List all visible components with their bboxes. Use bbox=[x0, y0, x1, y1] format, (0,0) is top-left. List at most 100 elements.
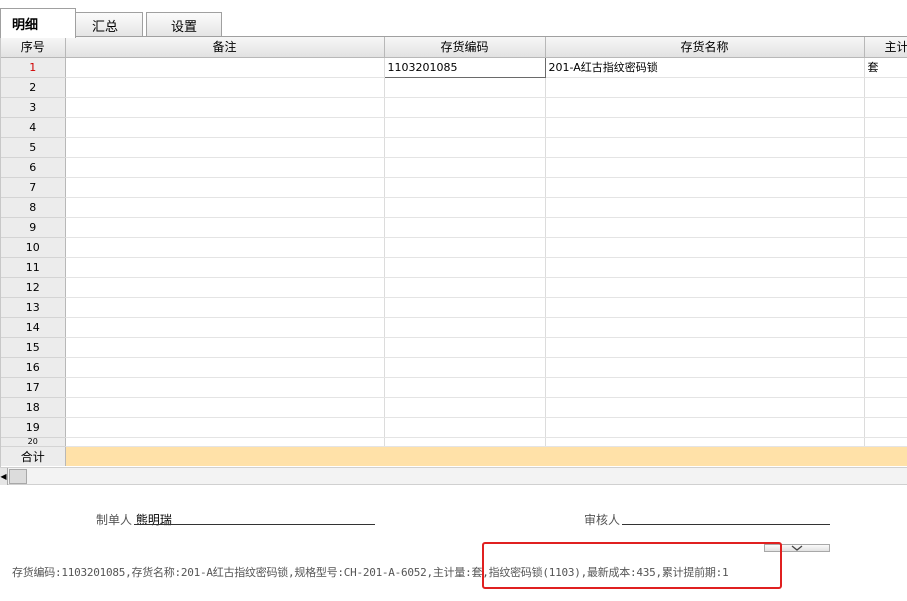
tab-summary[interactable]: 汇总 bbox=[67, 12, 143, 37]
cell-item-code[interactable] bbox=[384, 397, 546, 418]
column-header-index[interactable]: 序号 bbox=[1, 37, 66, 58]
table-row[interactable]: 13 bbox=[1, 297, 907, 318]
table-row[interactable]: 14 bbox=[1, 317, 907, 338]
cell-item-code[interactable] bbox=[384, 377, 546, 398]
table-row[interactable]: 1 1103201085 201-A红古指纹密码锁套 bbox=[1, 56, 907, 78]
cell-item-name[interactable] bbox=[545, 357, 865, 378]
table-row[interactable]: 15 bbox=[1, 337, 907, 358]
cell-main-unit[interactable] bbox=[864, 317, 907, 338]
cell-item-name[interactable] bbox=[545, 197, 865, 218]
cell-remark[interactable] bbox=[65, 437, 385, 447]
cell-remark[interactable] bbox=[65, 297, 385, 318]
cell-remark[interactable] bbox=[65, 237, 385, 258]
cell-main-unit[interactable] bbox=[864, 197, 907, 218]
cell-remark[interactable] bbox=[65, 117, 385, 138]
cell-item-name[interactable]: 201-A红古指纹密码锁 bbox=[545, 57, 865, 78]
table-row[interactable]: 7 bbox=[1, 177, 907, 198]
table-row[interactable]: 3 bbox=[1, 97, 907, 118]
table-row[interactable]: 12 bbox=[1, 277, 907, 298]
cell-remark[interactable] bbox=[65, 137, 385, 158]
cell-item-code[interactable] bbox=[384, 277, 546, 298]
cell-remark[interactable] bbox=[65, 97, 385, 118]
cell-item-name[interactable] bbox=[545, 317, 865, 338]
cell-main-unit[interactable] bbox=[864, 417, 907, 438]
cell-main-unit[interactable] bbox=[864, 357, 907, 378]
cell-remark[interactable] bbox=[65, 217, 385, 238]
cell-item-name[interactable] bbox=[545, 217, 865, 238]
cell-remark[interactable] bbox=[65, 77, 385, 98]
cell-main-unit[interactable] bbox=[864, 117, 907, 138]
cell-main-unit[interactable] bbox=[864, 257, 907, 278]
cell-item-code[interactable] bbox=[384, 97, 546, 118]
cell-item-code[interactable] bbox=[384, 357, 546, 378]
table-row[interactable]: 19 bbox=[1, 417, 907, 438]
cell-main-unit[interactable] bbox=[864, 397, 907, 418]
cell-item-code[interactable] bbox=[384, 437, 546, 447]
cell-main-unit[interactable] bbox=[864, 377, 907, 398]
cell-item-code[interactable] bbox=[384, 177, 546, 198]
cell-item-code[interactable] bbox=[384, 137, 546, 158]
cell-main-unit[interactable] bbox=[864, 157, 907, 178]
cell-remark[interactable] bbox=[65, 177, 385, 198]
cell-item-code[interactable] bbox=[384, 237, 546, 258]
cell-remark[interactable] bbox=[65, 197, 385, 218]
cell-remark[interactable] bbox=[65, 357, 385, 378]
cell-remark[interactable] bbox=[65, 337, 385, 358]
horizontal-scrollbar[interactable]: ◀ bbox=[0, 467, 907, 485]
cell-main-unit[interactable] bbox=[864, 237, 907, 258]
cell-main-unit[interactable] bbox=[864, 337, 907, 358]
cell-main-unit[interactable] bbox=[864, 177, 907, 198]
cell-remark[interactable] bbox=[65, 57, 385, 78]
cell-item-name[interactable] bbox=[545, 377, 865, 398]
cell-main-unit[interactable] bbox=[864, 297, 907, 318]
cell-item-code[interactable]: 1103201085 bbox=[383, 56, 546, 78]
scrollbar-thumb[interactable] bbox=[9, 469, 27, 484]
tab-detail[interactable]: 明细 bbox=[0, 8, 76, 38]
cell-item-code[interactable] bbox=[384, 297, 546, 318]
table-row[interactable]: 9 bbox=[1, 217, 907, 238]
cell-item-name[interactable] bbox=[545, 337, 865, 358]
table-row[interactable]: 18 bbox=[1, 397, 907, 418]
cell-main-unit[interactable] bbox=[864, 97, 907, 118]
cell-item-name[interactable] bbox=[545, 157, 865, 178]
cell-main-unit[interactable] bbox=[864, 217, 907, 238]
cell-item-name[interactable] bbox=[545, 137, 865, 158]
cell-item-code[interactable] bbox=[384, 77, 546, 98]
table-row[interactable]: 16 bbox=[1, 357, 907, 378]
table-row[interactable]: 10 bbox=[1, 237, 907, 258]
column-header-item-name[interactable]: 存货名称 bbox=[545, 37, 865, 58]
cell-item-code[interactable] bbox=[384, 337, 546, 358]
cell-item-name[interactable] bbox=[545, 397, 865, 418]
table-row[interactable]: 17 bbox=[1, 377, 907, 398]
cell-item-name[interactable] bbox=[545, 437, 865, 447]
table-row[interactable]: 6 bbox=[1, 157, 907, 178]
table-row[interactable]: 20 bbox=[1, 437, 907, 447]
cell-item-name[interactable] bbox=[545, 237, 865, 258]
cell-item-name[interactable] bbox=[545, 277, 865, 298]
cell-main-unit[interactable] bbox=[864, 437, 907, 447]
cell-item-name[interactable] bbox=[545, 417, 865, 438]
cell-remark[interactable] bbox=[65, 317, 385, 338]
cell-remark[interactable] bbox=[65, 157, 385, 178]
cell-item-code[interactable] bbox=[384, 157, 546, 178]
table-row[interactable]: 11 bbox=[1, 257, 907, 278]
cell-item-code[interactable] bbox=[384, 317, 546, 338]
cell-remark[interactable] bbox=[65, 377, 385, 398]
cell-main-unit[interactable] bbox=[864, 77, 907, 98]
cell-item-name[interactable] bbox=[545, 177, 865, 198]
cell-item-code[interactable] bbox=[384, 197, 546, 218]
cell-item-code[interactable] bbox=[384, 117, 546, 138]
cell-main-unit[interactable]: 套 bbox=[864, 57, 907, 78]
cell-remark[interactable] bbox=[65, 257, 385, 278]
cell-main-unit[interactable] bbox=[864, 137, 907, 158]
table-row[interactable]: 8 bbox=[1, 197, 907, 218]
column-header-item-code[interactable]: 存货编码 bbox=[384, 37, 546, 58]
cell-remark[interactable] bbox=[65, 417, 385, 438]
table-row[interactable]: 5 bbox=[1, 137, 907, 158]
cell-item-name[interactable] bbox=[545, 297, 865, 318]
column-header-main-unit[interactable]: 主计 bbox=[864, 37, 907, 58]
cell-remark[interactable] bbox=[65, 397, 385, 418]
cell-item-name[interactable] bbox=[545, 257, 865, 278]
tab-settings[interactable]: 设置 bbox=[146, 12, 222, 37]
table-row[interactable]: 2 bbox=[1, 77, 907, 98]
